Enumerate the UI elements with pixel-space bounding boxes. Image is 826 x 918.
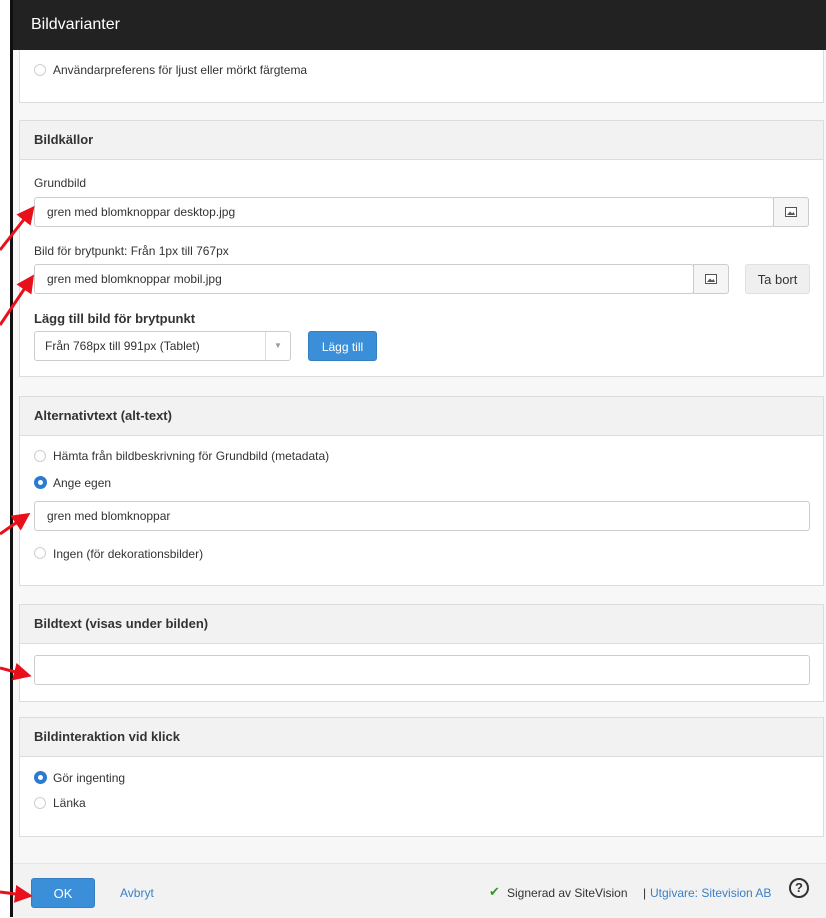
annotation-arrow [0,663,32,681]
annotation-arrows [0,205,35,903]
annotation-arrow [0,512,31,536]
annotation-arrow [0,884,33,903]
annotation-arrow [0,205,35,251]
annotation-arrow [0,274,35,326]
